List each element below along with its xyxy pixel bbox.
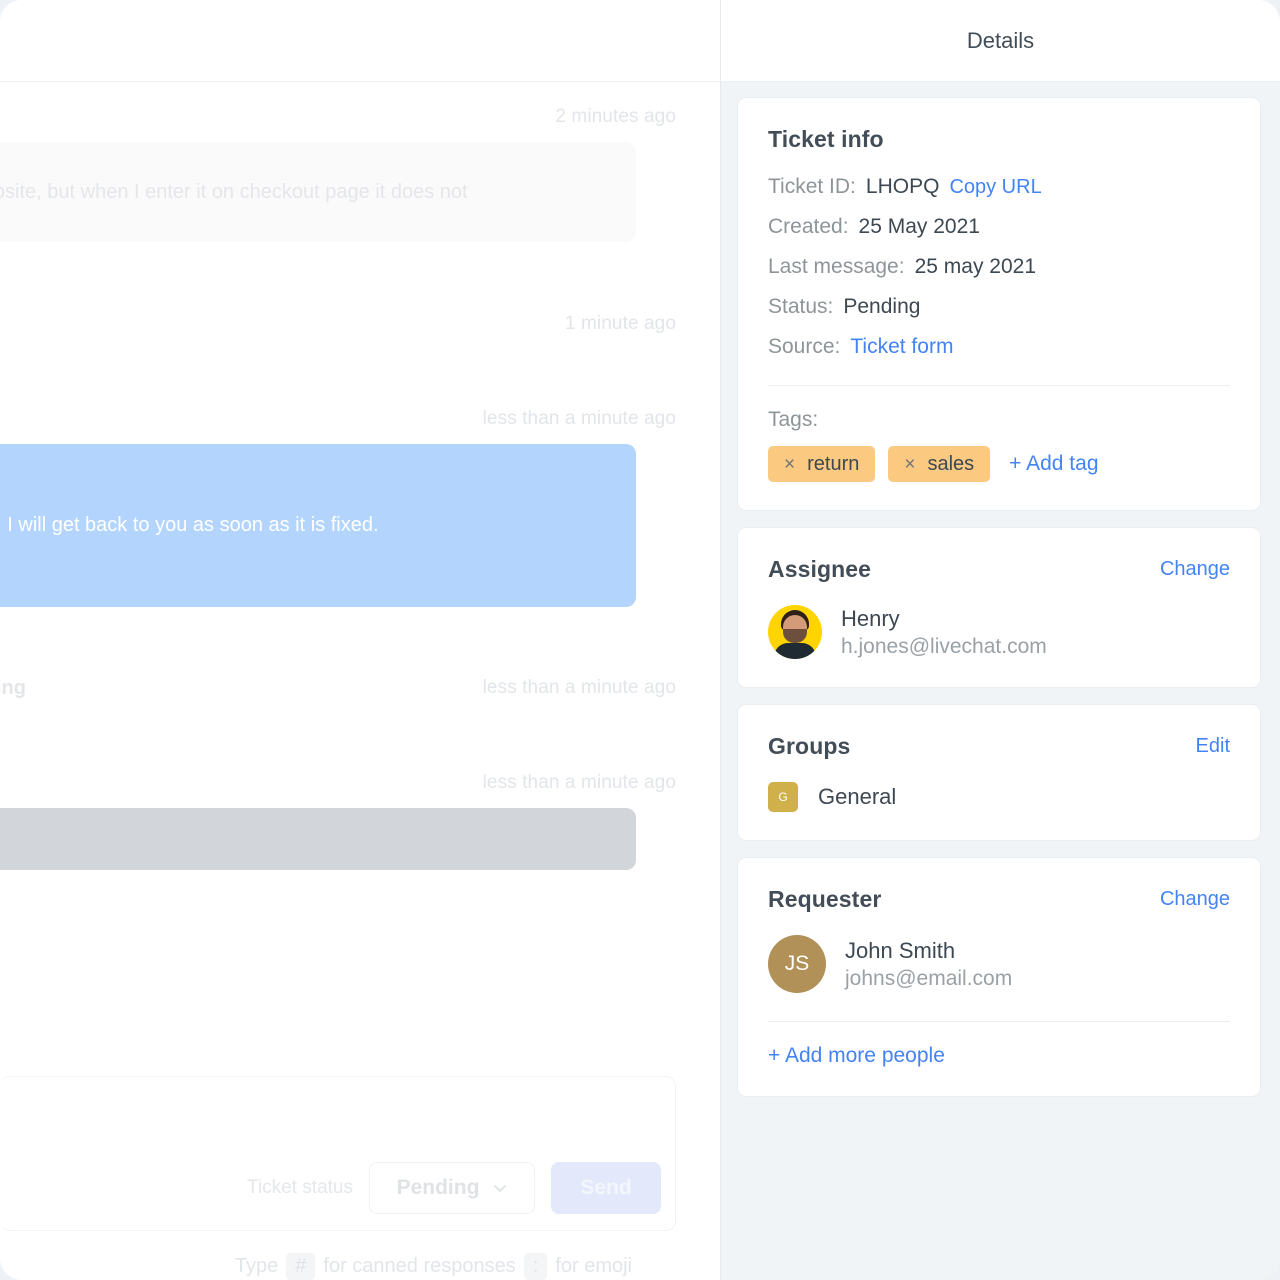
details-header: Details: [721, 0, 1280, 82]
assignee-meta: Henry h.jones@livechat.com: [841, 606, 1047, 659]
tags-label: Tags:: [768, 408, 819, 431]
hash-key-badge: #: [286, 1253, 316, 1280]
chat-message: less than a minute ago: [0, 772, 676, 870]
chevron-down-icon: [493, 1181, 507, 1195]
ticket-id-label: Ticket ID:: [768, 175, 856, 198]
copy-url-link[interactable]: Copy URL: [949, 176, 1041, 199]
message-timestamp: 1 minute ago: [564, 313, 676, 334]
chat-message: ing less than a minute ago: [0, 677, 676, 699]
message-timestamp: less than a minute ago: [482, 408, 676, 429]
tag-chip[interactable]: × sales: [888, 446, 991, 482]
groups-title: Groups: [768, 733, 851, 759]
requester-divider: [768, 1021, 1230, 1022]
chat-message: 1 minute ago: [0, 313, 676, 335]
last-message-value: 25 may 2021: [914, 255, 1036, 278]
colon-key-badge: :: [523, 1253, 548, 1280]
details-body: Ticket info Ticket ID: LHOPQ Copy URL Cr…: [721, 82, 1280, 1280]
hint-middle: for canned responses: [323, 1255, 516, 1277]
edit-groups-button[interactable]: Edit: [1196, 735, 1230, 758]
ticket-info-divider: [768, 385, 1230, 386]
tags-row: × return × sales + Add tag: [768, 446, 1230, 482]
assignee-header: Assignee Change: [768, 556, 1230, 583]
chat-pane: 2 minutes ago ur website, but when I ent…: [0, 0, 721, 1280]
last-message-row: Last message: 25 may 2021: [768, 255, 1230, 279]
change-requester-button[interactable]: Change: [1160, 888, 1230, 911]
message-bubble-incoming: ur website, but when I enter it on check…: [0, 142, 636, 242]
send-button[interactable]: Send: [551, 1162, 661, 1214]
avatar-beard: [783, 629, 807, 643]
tag-chip[interactable]: × return: [768, 446, 876, 482]
composer-hint: Type # for canned responses : for emoji: [0, 1231, 676, 1280]
ticket-info-rows: Ticket ID: LHOPQ Copy URL Created: 25 Ma…: [768, 175, 1230, 359]
details-pane: Details Ticket info Ticket ID: LHOPQ Cop…: [721, 0, 1280, 1280]
ticket-status-value: Pending: [396, 1176, 480, 1199]
source-link[interactable]: Ticket form: [850, 335, 953, 359]
tag-label: return: [807, 452, 860, 475]
message-input[interactable]: Ticket status Pending Send: [0, 1076, 676, 1231]
created-label: Created:: [768, 215, 849, 238]
assignee-name: Henry: [841, 605, 900, 631]
remove-tag-icon[interactable]: ×: [784, 455, 795, 474]
add-tag-button[interactable]: + Add tag: [1009, 452, 1098, 476]
message-bubble-outgoing: erator, I will get back to you as soon a…: [0, 444, 636, 607]
message-timestamp: less than a minute ago: [482, 772, 676, 793]
hint-suffix: for emoji: [555, 1255, 632, 1277]
ticket-info-card: Ticket info Ticket ID: LHOPQ Copy URL Cr…: [737, 97, 1261, 511]
chat-message: 2 minutes ago ur website, but when I ent…: [0, 106, 676, 242]
groups-header: Groups Edit: [768, 733, 1230, 760]
groups-card: Groups Edit G General: [737, 704, 1261, 841]
chat-message: less than a minute ago erator, I will ge…: [0, 408, 676, 607]
requester-email: johns@email.com: [845, 966, 1013, 990]
composer-area: Ticket status Pending Send Type # for ca…: [0, 1076, 720, 1280]
created-row: Created: 25 May 2021: [768, 215, 1230, 239]
assignee-email: h.jones@livechat.com: [841, 634, 1047, 658]
avatar: [768, 605, 822, 659]
avatar-body: [774, 643, 816, 659]
requester-row: JS John Smith johns@email.com: [768, 935, 1230, 993]
message-timestamp: less than a minute ago: [482, 677, 676, 698]
chat-header: [0, 0, 720, 82]
group-item: G General: [768, 782, 1230, 812]
page-title: Details: [966, 27, 1035, 53]
source-row: Source: Ticket form: [768, 335, 1230, 359]
created-value: 25 May 2021: [858, 215, 980, 238]
requester-name: John Smith: [845, 937, 956, 963]
ticket-id-row: Ticket ID: LHOPQ Copy URL: [768, 175, 1230, 199]
ticket-status-label: Ticket status: [247, 1177, 353, 1198]
source-label: Source:: [768, 335, 841, 358]
add-more-people-button[interactable]: + Add more people: [768, 1044, 1230, 1068]
ticket-info-title: Ticket info: [768, 126, 884, 152]
composer-actions: Ticket status Pending Send: [247, 1162, 661, 1214]
requester-meta: John Smith johns@email.com: [845, 938, 1012, 991]
assignee-title: Assignee: [768, 556, 872, 582]
status-value: Pending: [843, 295, 921, 318]
status-label: Status:: [768, 295, 834, 318]
status-row: Status: Pending: [768, 295, 1230, 319]
assignee-card: Assignee Change Henry h.jones@livechat.c…: [737, 527, 1261, 688]
chat-message-list[interactable]: 2 minutes ago ur website, but when I ent…: [0, 82, 720, 1076]
assignee-row: Henry h.jones@livechat.com: [768, 605, 1230, 659]
ticket-id-value: LHOPQ: [865, 175, 940, 198]
remove-tag-icon[interactable]: ×: [904, 455, 915, 474]
last-message-label: Last message:: [768, 255, 905, 278]
app-window: 2 minutes ago ur website, but when I ent…: [0, 0, 1280, 1280]
avatar: JS: [768, 935, 826, 993]
requester-header: Requester Change: [768, 886, 1230, 913]
requester-title: Requester: [768, 886, 882, 912]
message-fragment: ing: [0, 677, 26, 699]
ticket-status-select[interactable]: Pending: [369, 1162, 535, 1214]
group-name: General: [818, 784, 897, 809]
requester-card: Requester Change JS John Smith johns@ema…: [737, 857, 1261, 1097]
hint-prefix: Type: [234, 1255, 279, 1277]
message-timestamp: 2 minutes ago: [555, 106, 676, 127]
group-badge: G: [768, 782, 798, 812]
change-assignee-button[interactable]: Change: [1160, 558, 1230, 581]
tag-label: sales: [927, 452, 975, 475]
message-bubble-placeholder: [0, 808, 636, 870]
